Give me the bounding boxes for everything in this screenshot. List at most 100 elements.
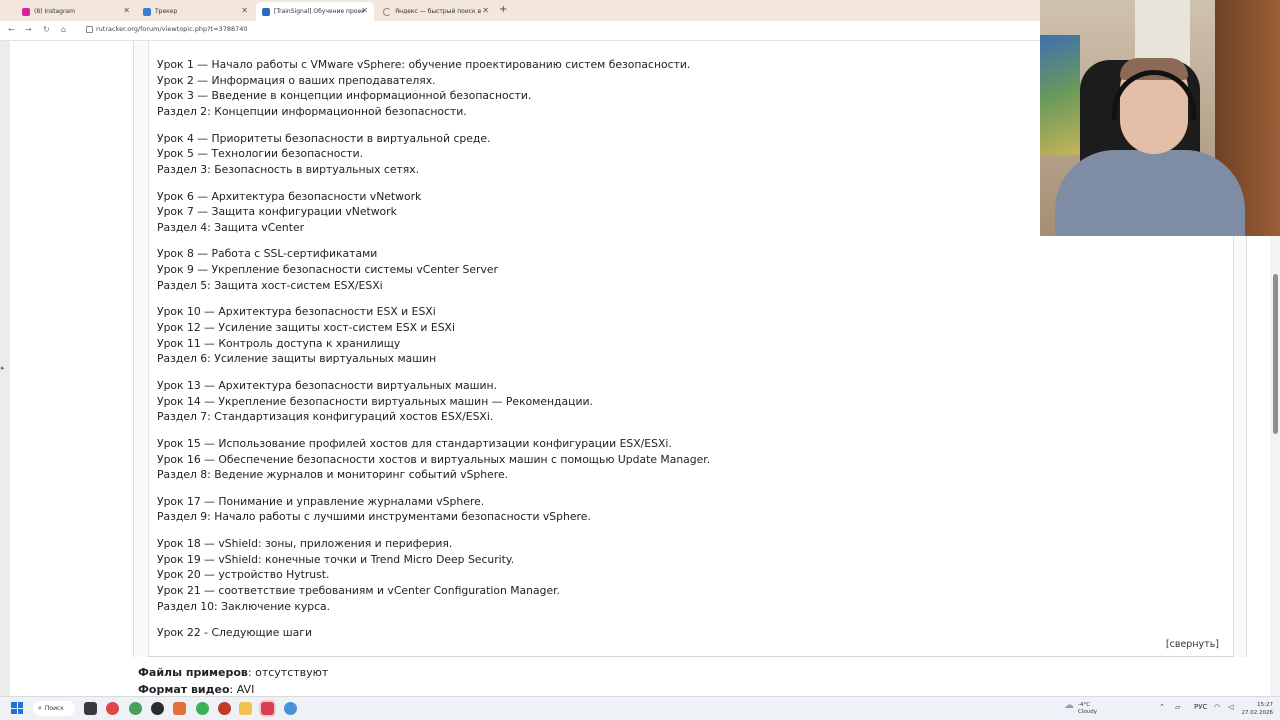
- tab-instagram[interactable]: (8) Instagram ✕: [16, 2, 136, 21]
- scrollbar-thumb[interactable]: [1273, 274, 1278, 434]
- vivaldi-icon[interactable]: [106, 702, 119, 715]
- chrome-alt-icon[interactable]: [196, 702, 209, 715]
- volume-icon[interactable]: ◁: [1228, 703, 1233, 711]
- lesson-line: Раздел 10: Заключение курса.: [157, 599, 331, 613]
- lesson-line: Урок 1 — Начало работы с VMware vSphere:…: [157, 58, 691, 71]
- forward-arrow-icon[interactable]: →: [25, 25, 32, 34]
- clock-time: 15:27: [1257, 702, 1273, 708]
- wall-map: [1040, 35, 1080, 155]
- network-icon[interactable]: ▱: [1175, 703, 1180, 711]
- chevron-right-icon[interactable]: ▸: [1, 364, 5, 372]
- lesson-group: Урок 8 — Работа с SSL-сертификатами Урок …: [157, 246, 710, 293]
- collapse-spoiler-link[interactable]: [свернуть]: [1166, 639, 1219, 650]
- new-tab-button[interactable]: +: [499, 4, 507, 15]
- side-collapse-bar[interactable]: ▸: [0, 41, 10, 696]
- lesson-group: Урок 17 — Понимание и управление журнала…: [157, 494, 710, 525]
- lesson-line: Урок 9 — Укрепление безопасности системы…: [157, 263, 498, 277]
- weather-widget[interactable]: ☁ -4°C Cloudy: [1064, 700, 1097, 716]
- lesson-line: Урок 20 — устройство Hytrust.: [157, 568, 330, 582]
- weather-desc: Cloudy: [1078, 709, 1097, 715]
- search-icon: ⌕: [38, 704, 42, 712]
- lesson-line: Урок 17 — Понимание и управление журнала…: [157, 494, 485, 508]
- lesson-line: Урок 3 — Введение в концепции информацио…: [157, 89, 532, 103]
- lesson-line: Урок 4 — Приоритеты безопасности в вирту…: [157, 131, 491, 145]
- task-view-icon[interactable]: [84, 702, 97, 715]
- lesson-group: Урок 4 — Приоритеты безопасности в вирту…: [157, 131, 710, 178]
- file-explorer-icon[interactable]: [239, 702, 252, 715]
- lesson-group: Урок 22 - Следующие шаги: [157, 625, 710, 641]
- obs-icon[interactable]: [151, 702, 164, 715]
- tab-trainsignal[interactable]: [TrainSignal] Обучение проект ✕: [256, 2, 374, 21]
- lesson-line: Урок 21 — соответствие требованиям и vCe…: [157, 584, 561, 598]
- release-meta: Файлы примеров: отсутствуют Формат видео…: [138, 664, 328, 698]
- samples-value: : отсутствуют: [247, 666, 329, 679]
- lesson-line: Урок 2 — Информация о ваших преподавател…: [157, 73, 436, 87]
- tracker-icon: [143, 7, 151, 16]
- app-icon[interactable]: [173, 702, 186, 715]
- browser-tab-strip: (8) Instagram ✕ Трекер ✕ [TrainSignal] О…: [0, 0, 1040, 21]
- lesson-line: Раздел 2: Концепции информационной безоп…: [157, 105, 467, 119]
- samples-label: Файлы примеров: [138, 666, 248, 679]
- lesson-line: Урок 11 — Контроль доступа к хранилищу: [157, 336, 401, 350]
- browser-active-icon[interactable]: [261, 702, 274, 715]
- cloud-icon: ☁: [1064, 700, 1074, 711]
- app-red-icon[interactable]: [218, 702, 231, 715]
- taskbar: ⌕ Поиск ☁ -4°C Cloudy ⌃ ▱ РУС ◠ ◁ 15:27 …: [0, 696, 1280, 720]
- language-indicator[interactable]: РУС: [1194, 703, 1207, 711]
- lesson-line: Урок 8 — Работа с SSL-сертификатами: [157, 247, 378, 261]
- lesson-group: Урок 15 — Использование профилей хостов …: [157, 436, 710, 483]
- rutracker-icon: [262, 7, 270, 16]
- tab-title: Трекер: [155, 8, 178, 15]
- tab-tracker[interactable]: Трекер ✕: [137, 2, 254, 21]
- tray-chevron-icon[interactable]: ⌃: [1159, 703, 1165, 711]
- tab-title: (8) Instagram: [34, 8, 75, 15]
- lesson-line: Раздел 8: Ведение журналов и мониторинг …: [157, 468, 509, 482]
- search-label: Поиск: [44, 705, 64, 712]
- lesson-line: Урок 12 — Усиление защиты хост-систем ES…: [157, 321, 455, 335]
- close-icon[interactable]: ✕: [241, 6, 248, 15]
- tab-title: [TrainSignal] Обучение проект: [274, 8, 364, 15]
- globe-icon[interactable]: [284, 702, 297, 715]
- lesson-line: Урок 10 — Архитектура безопасности ESX и…: [157, 305, 436, 319]
- taskbar-search[interactable]: ⌕ Поиск: [33, 701, 75, 716]
- lesson-line: Урок 6 — Архитектура безопасности vNetwo…: [157, 189, 422, 203]
- lesson-line: Раздел 9: Начало работы с лучшими инстру…: [157, 510, 591, 524]
- back-arrow-icon[interactable]: ←: [8, 25, 15, 34]
- tab-yandex[interactable]: Яндекс — быстрый поиск в и ✕: [377, 2, 495, 21]
- lesson-line: Раздел 7: Стандартизация конфигураций хо…: [157, 410, 494, 424]
- lesson-line: Урок 15 — Использование профилей хостов …: [157, 436, 672, 450]
- close-icon[interactable]: ✕: [482, 6, 489, 15]
- close-icon[interactable]: ✕: [123, 6, 130, 15]
- tab-title: Яндекс — быстрый поиск в и: [395, 8, 483, 15]
- lesson-line: Урок 14 — Укрепление безопасности виртуа…: [157, 394, 593, 408]
- loading-icon: [383, 7, 391, 16]
- address-bar[interactable]: rutracker.org/forum/viewtopic.php?t=3788…: [86, 25, 248, 33]
- close-icon[interactable]: ✕: [361, 6, 368, 15]
- reload-icon[interactable]: ↻: [43, 25, 50, 34]
- lesson-line: Урок 18 — vShield: зоны, приложения и пе…: [157, 536, 453, 550]
- lesson-line: Раздел 3: Безопасность в виртуальных сет…: [157, 163, 420, 177]
- lesson-line: Урок 13 — Архитектура безопасности вирту…: [157, 378, 498, 392]
- samples-row: Файлы примеров: отсутствуют: [138, 664, 328, 681]
- lesson-line: Урок 5 — Технологии безопасности.: [157, 147, 364, 161]
- lesson-line: Урок 19 — vShield: конечные точки и Tren…: [157, 552, 515, 566]
- instagram-icon: [22, 7, 30, 16]
- windows-start-icon[interactable]: [11, 702, 23, 714]
- lesson-list: Урок 1 — Начало работы с VMware vSphere:…: [157, 57, 710, 652]
- system-clock[interactable]: 15:27 27.02.2026: [1241, 701, 1274, 717]
- person-sweater: [1055, 150, 1245, 236]
- site-info-icon[interactable]: [86, 25, 93, 33]
- webcam-overlay: [1040, 0, 1280, 236]
- lesson-line: Раздел 6: Усиление защиты виртуальных ма…: [157, 352, 437, 366]
- format-value: : AVI: [229, 683, 255, 696]
- lesson-line: Раздел 4: Защита vCenter: [157, 220, 305, 234]
- wifi-icon[interactable]: ◠: [1214, 703, 1220, 711]
- lesson-line: Урок 16 — Обеспечение безопасности хосто…: [157, 452, 711, 466]
- clock-date: 27.02.2026: [1241, 710, 1274, 716]
- chrome-icon[interactable]: [129, 702, 142, 715]
- lesson-line: Урок 7 — Защита конфигурации vNetwork: [157, 205, 397, 219]
- lesson-group: Урок 1 — Начало работы с VMware vSphere:…: [157, 57, 710, 120]
- address-url: rutracker.org/forum/viewtopic.php?t=3788…: [96, 25, 248, 33]
- home-icon[interactable]: ⌂: [61, 25, 66, 34]
- lesson-group: Урок 13 — Архитектура безопасности вирту…: [157, 378, 710, 425]
